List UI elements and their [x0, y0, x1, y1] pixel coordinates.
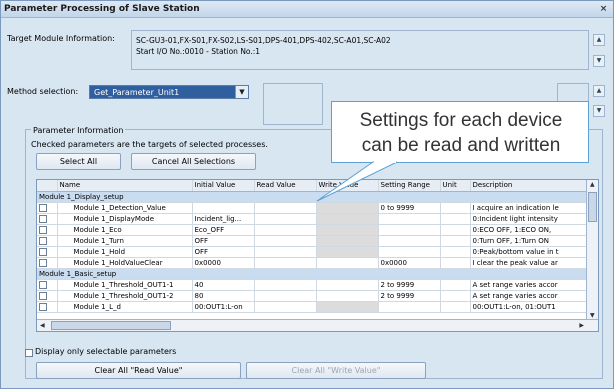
callout-pointer [316, 161, 398, 202]
dialog-window: Parameter Processing of Slave Station × … [0, 0, 614, 389]
